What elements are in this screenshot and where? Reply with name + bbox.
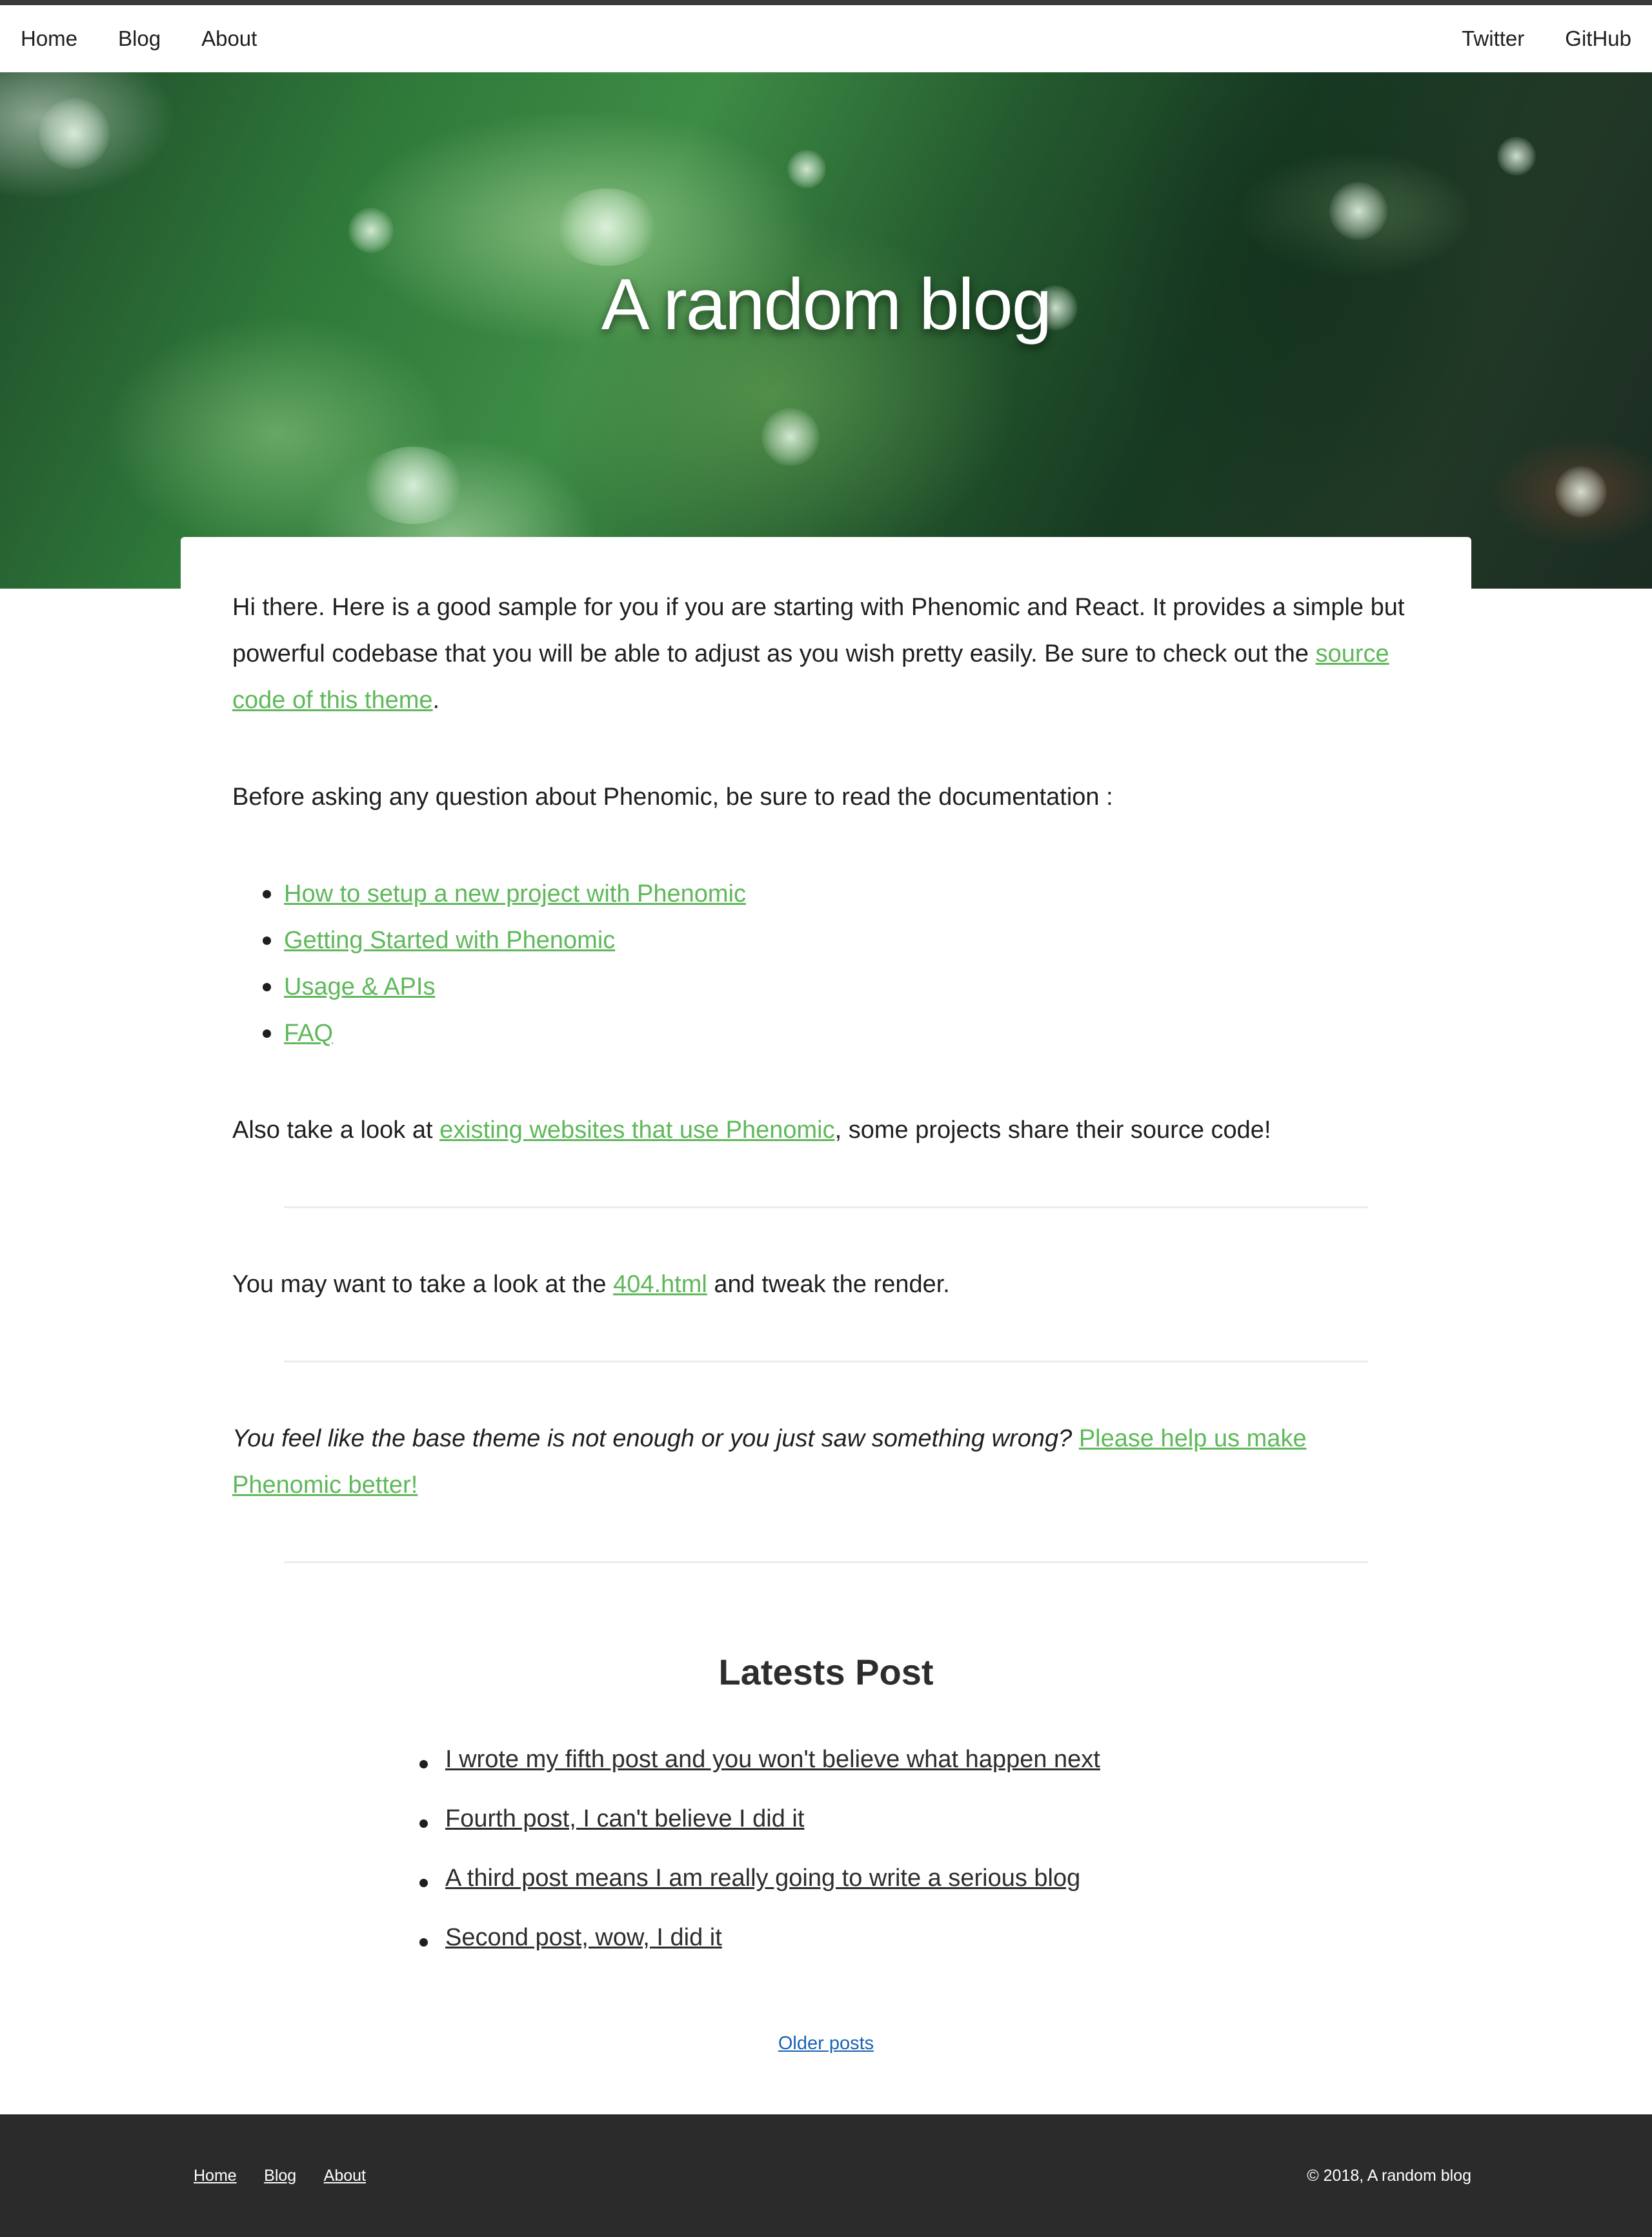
latest-posts-list: I wrote my fifth post and you won't beli… [419, 1746, 1100, 1983]
list-item: Usage & APIs [263, 964, 1420, 1010]
hero-bokeh [1555, 466, 1607, 518]
docs-link-list: How to setup a new project with Phenomic… [232, 871, 1420, 1057]
intro-period: . [432, 687, 440, 714]
nav-home-link[interactable]: Home [21, 26, 77, 51]
copyright-text: © 2018, A random blog [1307, 2166, 1471, 2185]
divider [284, 1561, 1368, 1563]
contribute-text: You feel like the base theme is not enou… [232, 1425, 1079, 1452]
404-link[interactable]: 404.html [613, 1271, 707, 1298]
hero-bokeh [787, 150, 826, 188]
hero-bokeh [39, 98, 110, 169]
nav-blog-link[interactable]: Blog [118, 26, 161, 51]
showcase-paragraph: Also take a look at existing websites th… [232, 1107, 1420, 1153]
intro-paragraph: Hi there. Here is a good sample for you … [232, 584, 1420, 724]
setup-project-link[interactable]: How to setup a new project with Phenomic [284, 880, 746, 907]
nav-github-link[interactable]: GitHub [1565, 26, 1631, 51]
hero-banner: A random blog [0, 72, 1652, 589]
list-item: Getting Started with Phenomic [263, 917, 1420, 964]
list-item: I wrote my fifth post and you won't beli… [419, 1746, 1100, 1805]
usage-apis-link[interactable]: Usage & APIs [284, 973, 435, 1000]
hero-title: A random blog [601, 264, 1052, 345]
latest-posts-heading: Latests Post [718, 1652, 934, 1692]
divider [284, 1206, 1368, 1208]
docs-paragraph: Before asking any question about Phenomi… [232, 784, 1113, 811]
list-item: A third post means I am really going to … [419, 1865, 1100, 1924]
divider [284, 1361, 1368, 1362]
main-content: Hi there. Here is a good sample for you … [232, 584, 1420, 1563]
footer-blog-link[interactable]: Blog [264, 2167, 296, 2185]
older-posts-container: Older posts [0, 2033, 1652, 2054]
intro-text: Hi there. Here is a good sample for you … [232, 594, 1405, 667]
list-item: Second post, wow, I did it [419, 1924, 1100, 1983]
hero-bokeh [761, 408, 820, 466]
showcase-text-end: , some projects share their source code! [834, 1117, 1271, 1144]
social-nav: Twitter GitHub [1421, 26, 1631, 51]
hero-bokeh [348, 208, 394, 253]
footer-nav: Home Blog About [194, 2167, 390, 2185]
footer-about-link[interactable]: About [324, 2167, 366, 2185]
nav-about-link[interactable]: About [201, 26, 257, 51]
top-border [0, 0, 1652, 5]
list-item: Fourth post, I can't believe I did it [419, 1805, 1100, 1865]
hero-bokeh [1329, 182, 1387, 240]
post-link[interactable]: A third post means I am really going to … [445, 1865, 1080, 1892]
showcase-text: Also take a look at [232, 1117, 440, 1144]
main-nav: Home Blog About [21, 26, 297, 51]
faq-link[interactable]: FAQ [284, 1020, 333, 1047]
hero-bokeh [361, 447, 465, 524]
showcase-link[interactable]: existing websites that use Phenomic [439, 1117, 835, 1144]
getting-started-link[interactable]: Getting Started with Phenomic [284, 927, 615, 954]
post-link[interactable]: Second post, wow, I did it [445, 1924, 722, 1951]
list-item: How to setup a new project with Phenomic [263, 871, 1420, 917]
404-paragraph: You may want to take a look at the 404.h… [232, 1261, 1420, 1308]
site-footer: Home Blog About © 2018, A random blog [0, 2114, 1652, 2237]
list-item: FAQ [263, 1010, 1420, 1057]
nav-twitter-link[interactable]: Twitter [1462, 26, 1524, 51]
hero-bokeh [555, 188, 658, 266]
404-text: You may want to take a look at the [232, 1271, 614, 1298]
footer-home-link[interactable]: Home [194, 2167, 237, 2185]
hero-bokeh [1497, 137, 1536, 176]
content-card [181, 537, 1471, 589]
post-link[interactable]: I wrote my fifth post and you won't beli… [445, 1746, 1100, 1773]
404-text-end: and tweak the render. [707, 1271, 950, 1298]
older-posts-link[interactable]: Older posts [778, 2033, 874, 2054]
site-header: Home Blog About Twitter GitHub [0, 5, 1652, 72]
contribute-paragraph: You feel like the base theme is not enou… [232, 1415, 1420, 1508]
post-link[interactable]: Fourth post, I can't believe I did it [445, 1805, 804, 1832]
